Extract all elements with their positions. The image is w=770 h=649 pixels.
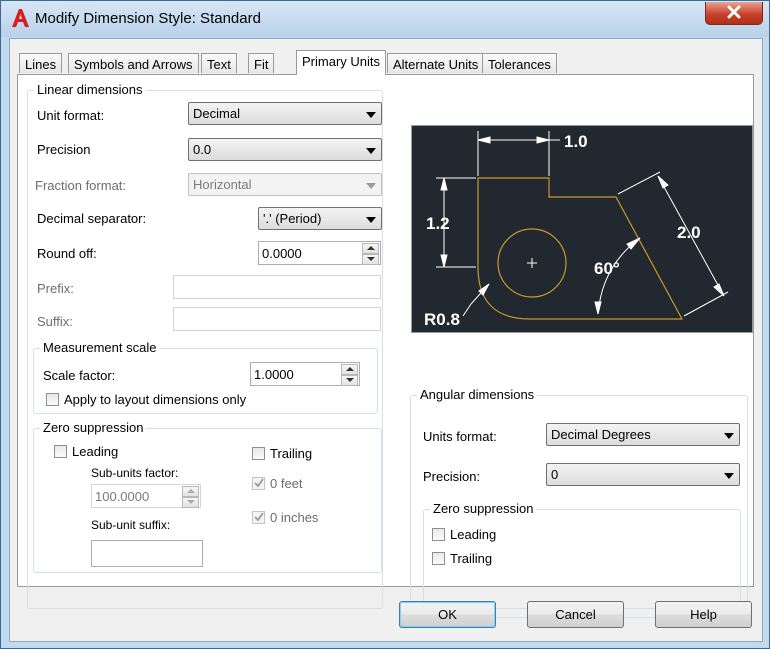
spin-up-icon[interactable] — [362, 243, 379, 254]
chevron-down-icon — [724, 433, 734, 439]
primary-units-panel: Linear dimensions Unit format: Decimal P… — [17, 74, 754, 618]
angular-units-format-select[interactable]: Decimal Degrees — [546, 423, 740, 446]
help-button[interactable]: Help — [655, 601, 752, 628]
dialog-window: Modify Dimension Style: Standard Lines S… — [0, 0, 770, 649]
prefix-label: Prefix: — [37, 281, 74, 296]
spin-down-icon[interactable] — [341, 375, 358, 386]
title-bar[interactable]: Modify Dimension Style: Standard — [1, 1, 769, 37]
sub-units-factor-value: 100.0000 — [95, 489, 150, 504]
sub-units-factor-spinner[interactable] — [182, 486, 199, 508]
measurement-scale-label: Measurement scale — [40, 340, 160, 355]
checkmark-icon — [254, 478, 264, 488]
dim-angle-label: 60° — [594, 259, 620, 278]
suffix-input[interactable] — [173, 307, 381, 331]
spin-down-icon[interactable] — [362, 254, 379, 265]
chevron-down-icon — [724, 473, 734, 479]
tab-alternate-units[interactable]: Alternate Units — [387, 53, 485, 73]
spin-up-icon[interactable] — [182, 486, 199, 497]
feet-checkbox[interactable] — [252, 477, 265, 490]
dim-right-label: 2.0 — [677, 223, 701, 242]
dim-left-label: 1.2 — [426, 214, 450, 233]
dim-top-label: 1.0 — [564, 132, 588, 151]
scale-factor-value: 1.0000 — [254, 367, 294, 382]
trailing-checkbox[interactable] — [252, 447, 265, 460]
tab-symbols-and-arrows[interactable]: Symbols and Arrows — [68, 53, 199, 73]
sub-units-factor-input[interactable]: 100.0000 — [91, 484, 201, 508]
chevron-down-icon — [366, 148, 376, 154]
angular-trailing-label: Trailing — [450, 551, 493, 566]
inches-checkbox[interactable] — [252, 511, 265, 524]
tab-primary-units[interactable]: Primary Units — [296, 50, 387, 75]
angular-trailing-checkbox[interactable] — [432, 552, 445, 565]
angular-precision-value: 0 — [551, 467, 559, 482]
round-off-input[interactable]: 0.0000 — [258, 241, 381, 265]
scale-factor-spinner[interactable] — [341, 364, 358, 386]
checkmark-icon — [254, 512, 264, 522]
prefix-input[interactable] — [173, 275, 381, 299]
angular-units-format-label: Units format: — [423, 429, 497, 444]
fraction-format-value: Horizontal — [193, 177, 252, 192]
trailing-label: Trailing — [270, 446, 313, 461]
unit-format-select[interactable]: Decimal — [188, 102, 382, 125]
apply-layout-label: Apply to layout dimensions only — [64, 392, 247, 407]
angular-dimensions-label: Angular dimensions — [417, 387, 538, 402]
fraction-format-label: Fraction format: — [35, 178, 127, 193]
preview-geometry — [477, 177, 684, 320]
circle-center-mark — [527, 258, 537, 268]
angular-leading-checkbox[interactable] — [432, 528, 445, 541]
scale-factor-input[interactable]: 1.0000 — [250, 362, 360, 386]
autocad-logo-icon — [12, 9, 29, 27]
scale-factor-label: Scale factor: — [43, 368, 116, 383]
inches-label: 0 inches — [270, 510, 319, 525]
sub-unit-suffix-input[interactable] — [91, 540, 203, 567]
round-off-label: Round off: — [37, 246, 97, 261]
dim-radius-label: R0.8 — [424, 310, 460, 329]
leading-label: Leading — [72, 444, 119, 459]
decimal-separator-value: '.' (Period) — [263, 211, 322, 226]
dimension-preview: 1.0 1.2 2.0 60° R0.8 — [411, 125, 753, 333]
chevron-down-icon — [366, 183, 376, 189]
leading-checkbox[interactable] — [54, 445, 67, 458]
close-button[interactable] — [705, 2, 763, 25]
dialog-client-area: Lines Symbols and Arrows Text Fit Primar… — [9, 38, 763, 642]
preview-drawing: 1.0 1.2 2.0 60° R0.8 — [424, 131, 729, 329]
chevron-down-icon — [366, 217, 376, 223]
suffix-label: Suffix: — [37, 314, 73, 329]
zero-suppression-label: Zero suppression — [40, 420, 147, 435]
sub-unit-suffix-label: Sub-unit suffix: — [91, 518, 171, 532]
cancel-button[interactable]: Cancel — [527, 601, 624, 628]
precision-label: Precision — [37, 142, 91, 157]
precision-select[interactable]: 0.0 — [188, 138, 382, 161]
chevron-down-icon — [366, 112, 376, 118]
decimal-separator-label: Decimal separator: — [37, 211, 147, 226]
fraction-format-select[interactable]: Horizontal — [188, 173, 382, 196]
window-title: Modify Dimension Style: Standard — [35, 10, 261, 27]
sub-units-factor-label: Sub-units factor: — [91, 466, 179, 480]
feet-label: 0 feet — [270, 476, 303, 491]
angular-precision-label: Precision: — [423, 469, 481, 484]
tab-fit[interactable]: Fit — [248, 53, 275, 73]
ok-button[interactable]: OK — [399, 601, 496, 628]
tab-lines[interactable]: Lines — [19, 53, 63, 73]
preview-labels: 1.0 1.2 2.0 60° R0.8 — [424, 132, 701, 329]
angular-zero-suppression-label: Zero suppression — [430, 501, 537, 516]
tab-tolerances[interactable]: Tolerances — [482, 53, 557, 73]
apply-layout-checkbox[interactable] — [46, 393, 59, 406]
unit-format-value: Decimal — [193, 106, 240, 121]
spin-down-icon[interactable] — [182, 497, 199, 508]
close-icon — [727, 5, 741, 19]
decimal-separator-select[interactable]: '.' (Period) — [258, 207, 382, 230]
angular-units-format-value: Decimal Degrees — [551, 427, 651, 442]
linear-dimensions-label: Linear dimensions — [34, 82, 146, 97]
unit-format-label: Unit format: — [37, 108, 105, 123]
precision-value: 0.0 — [193, 142, 212, 157]
angular-leading-label: Leading — [450, 527, 497, 542]
round-off-spinner[interactable] — [362, 243, 379, 265]
angular-precision-select[interactable]: 0 — [546, 463, 740, 486]
round-off-value: 0.0000 — [262, 246, 302, 261]
tab-text[interactable]: Text — [201, 53, 237, 73]
spin-up-icon[interactable] — [341, 364, 358, 375]
